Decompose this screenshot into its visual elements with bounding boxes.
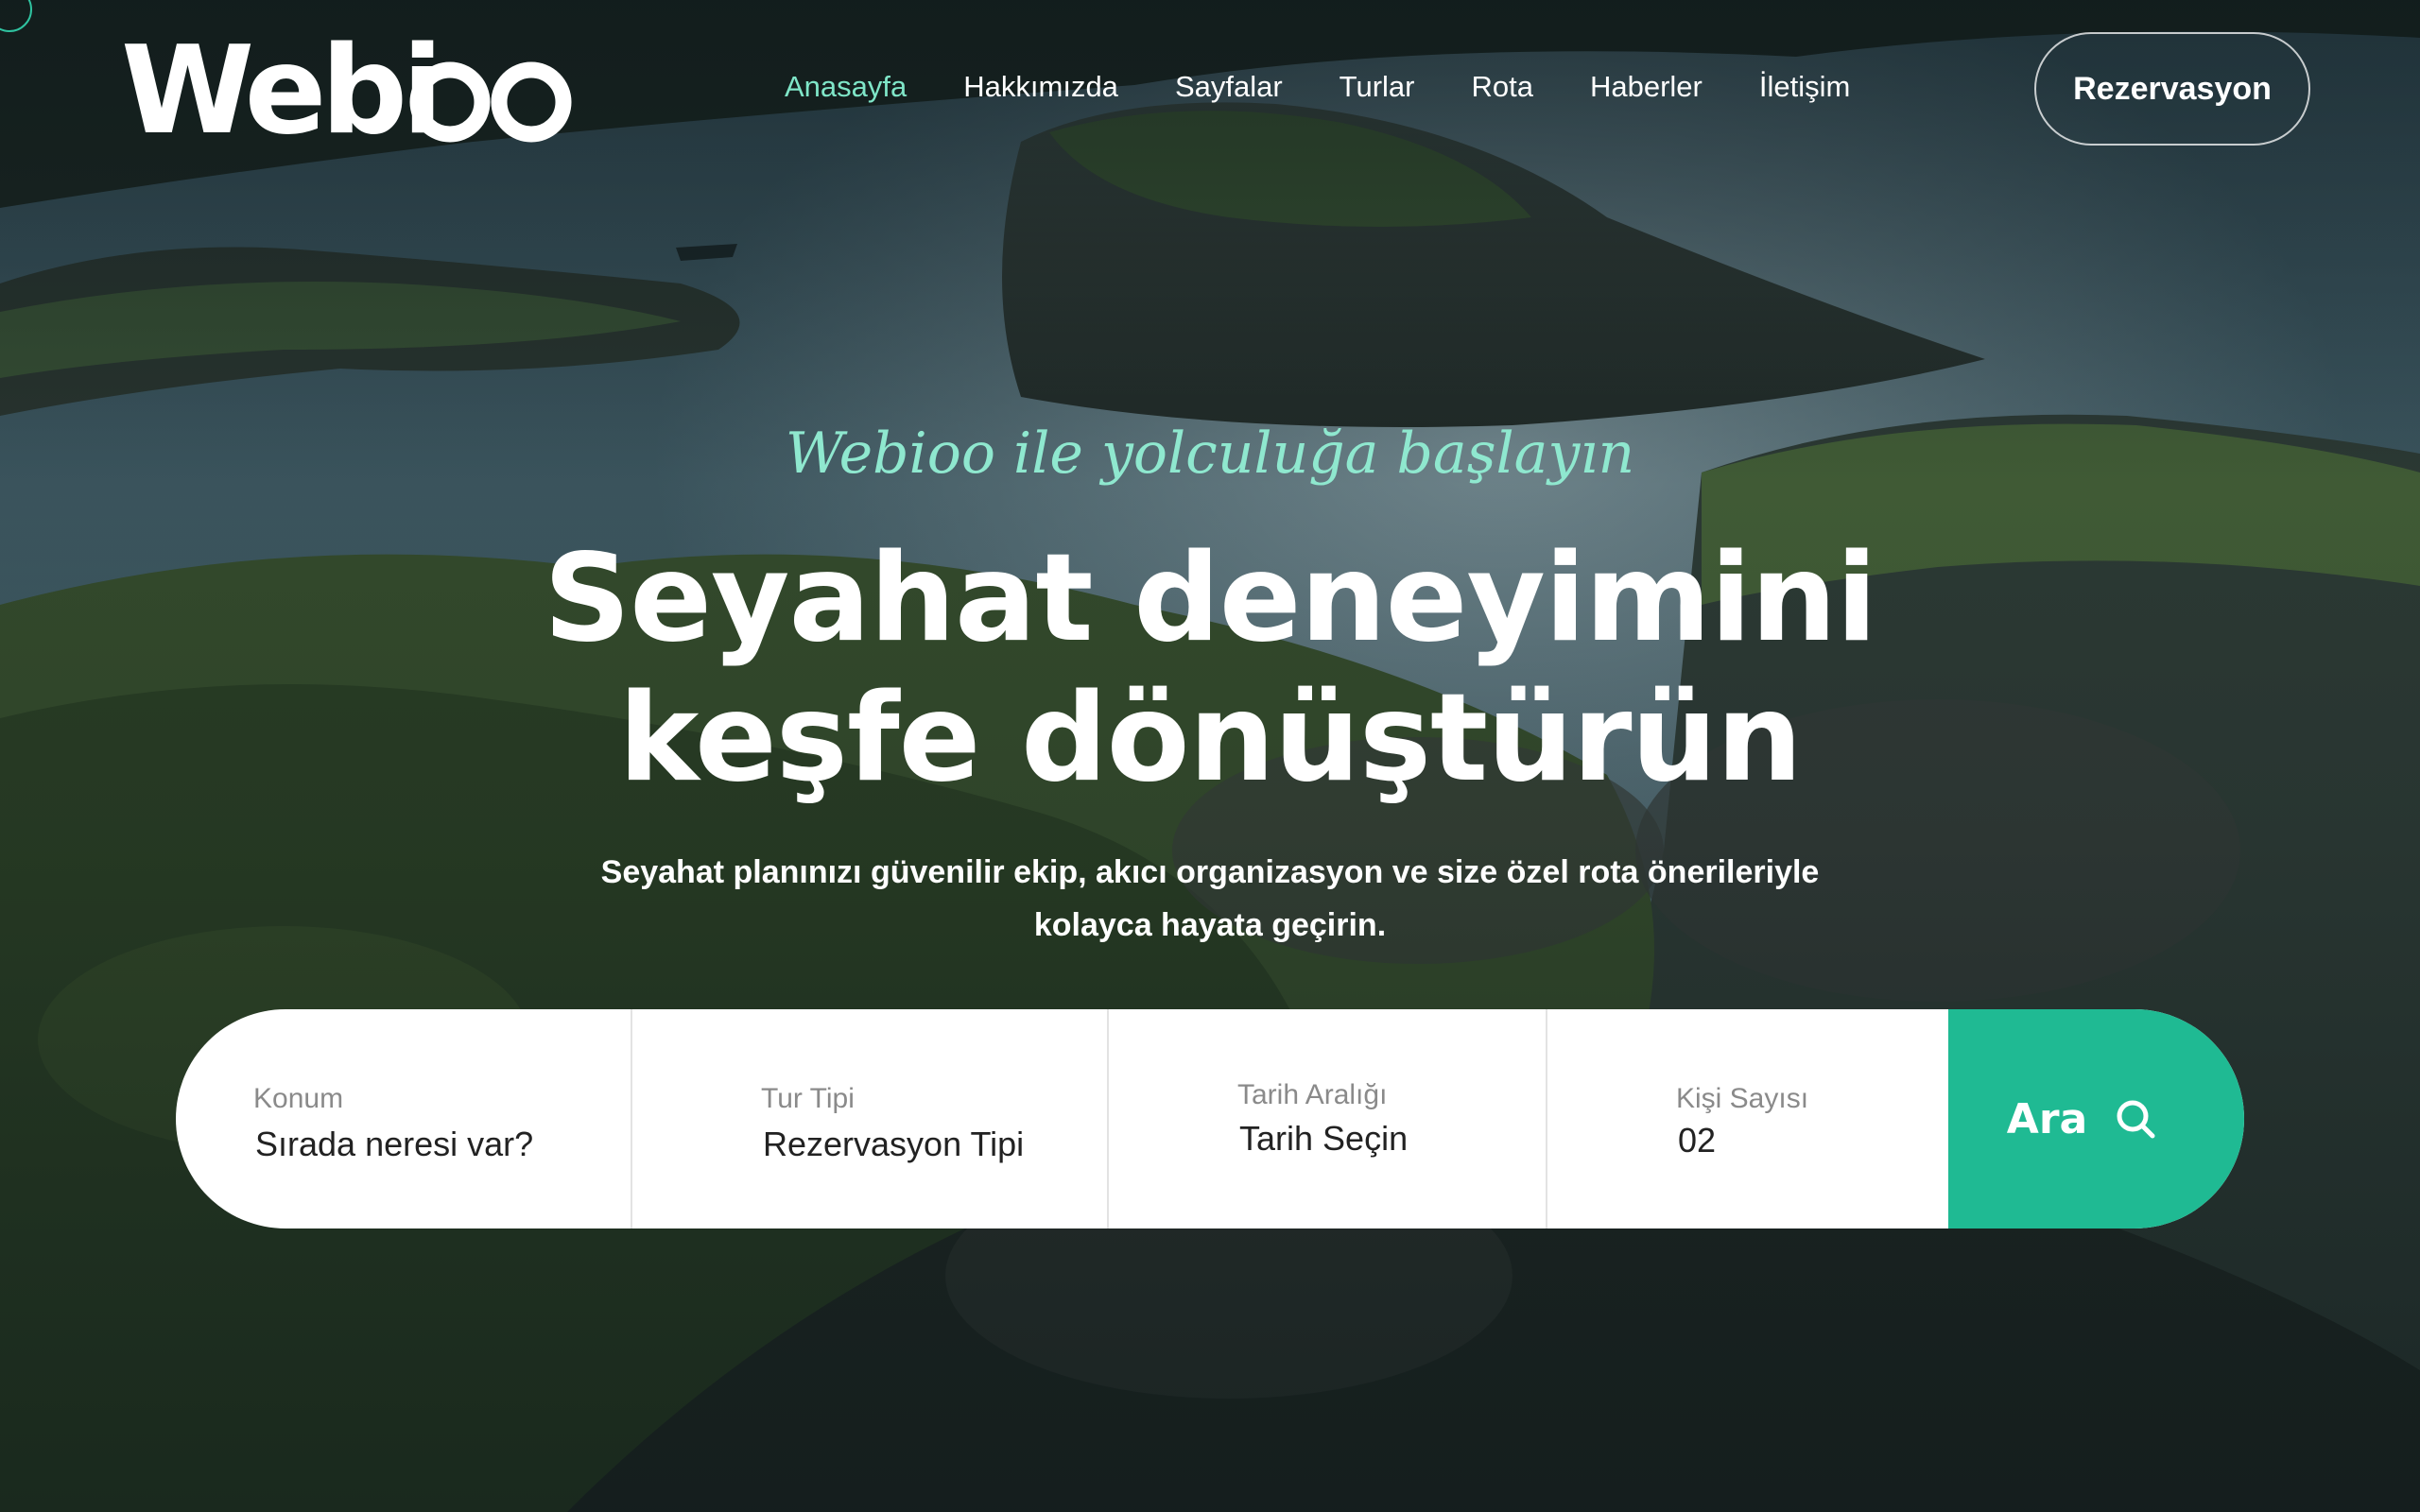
people-count-label: Kişi Sayısı <box>1676 1083 1809 1114</box>
main-nav: Anasayfa Hakkımızda Sayfalar Turlar Rota… <box>785 59 1850 115</box>
hero-tagline: Webioo ile yolculuğa başlayın <box>785 421 1635 487</box>
people-count-input[interactable]: 02 <box>1678 1121 1716 1160</box>
hero-section: Webi Anasayfa Hakkımızda Sayfalar Turlar… <box>0 0 2420 1512</box>
nav-item-hakkimizda[interactable]: Hakkımızda <box>963 70 1118 104</box>
hero-subtitle: Seyahat planınızı güvenilir ekip, akıcı … <box>600 854 1820 943</box>
date-range-picker[interactable]: Tarih Seçin <box>1239 1119 1408 1159</box>
search-button-label: Ara <box>2006 1094 2088 1143</box>
reservation-button[interactable]: Rezervasyon <box>2034 32 2310 146</box>
nav-item-sayfalar[interactable]: Sayfalar <box>1175 70 1283 104</box>
webioo-logo[interactable]: Webi <box>121 26 579 149</box>
location-field[interactable]: Konum Sırada neresi var? <box>176 1009 632 1228</box>
search-icon <box>2117 1100 2155 1139</box>
tour-type-select[interactable]: Rezervasyon Tipi <box>763 1125 1024 1164</box>
location-label: Konum <box>253 1083 344 1114</box>
nav-item-haberler[interactable]: Haberler <box>1590 70 1703 104</box>
nav-item-rota[interactable]: Rota <box>1471 70 1532 104</box>
nav-item-iletisim[interactable]: İletişim <box>1759 70 1850 104</box>
hero-headline-line-2: keşfe dönüştürün <box>618 668 1802 809</box>
location-input[interactable]: Sırada neresi var? <box>255 1125 533 1164</box>
site-header: Webi Anasayfa Hakkımızda Sayfalar Turlar… <box>0 0 2420 180</box>
tour-search-form: Konum Sırada neresi var? Tur Tipi Rezerv… <box>176 1009 2244 1228</box>
date-range-label: Tarih Aralığı <box>1237 1079 1388 1110</box>
hero-headline: Seyahat deneyimini keşfe dönüştürün <box>0 529 2420 809</box>
nav-item-anasayfa[interactable]: Anasayfa <box>785 70 907 104</box>
nav-item-turlar[interactable]: Turlar <box>1340 70 1415 104</box>
corner-circle-icon <box>0 0 32 32</box>
people-count-field[interactable]: Kişi Sayısı 02 <box>1547 1009 1948 1228</box>
tour-type-field[interactable]: Tur Tipi Rezervasyon Tipi <box>632 1009 1109 1228</box>
svg-text:Webi: Webi <box>121 26 438 149</box>
hero-headline-line-1: Seyahat deneyimini <box>544 528 1877 669</box>
date-range-field[interactable]: Tarih Aralığı Tarih Seçin <box>1109 1009 1547 1228</box>
tour-type-label: Tur Tipi <box>761 1083 855 1114</box>
search-button[interactable]: Ara <box>1948 1009 2244 1228</box>
